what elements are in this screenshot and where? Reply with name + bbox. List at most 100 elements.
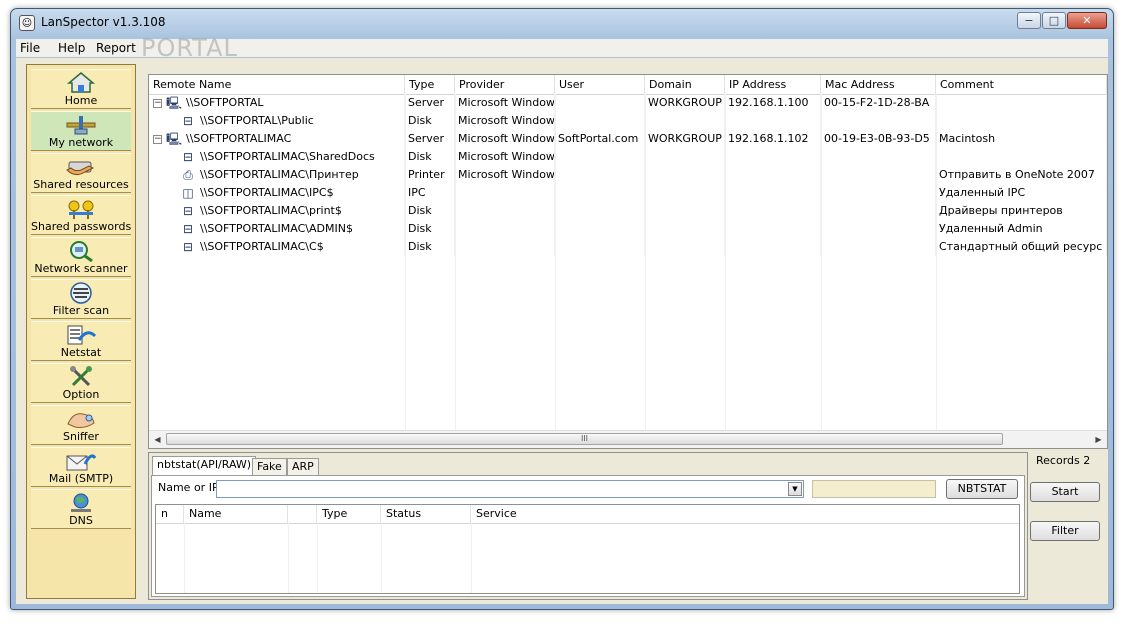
tab-arp[interactable]: ARP (287, 458, 319, 475)
sidebar-item-label: Shared passwords (31, 220, 132, 233)
table-row[interactable]: ⊟ \\SOFTPORTALIMAC\print$ Disk Драйверы при… (149, 202, 1107, 220)
cell-provider: Microsoft Window... (455, 166, 555, 184)
client-area: Home My network Shared resources Shared … (16, 58, 1108, 604)
mail-icon (66, 454, 97, 471)
cell-user (555, 220, 645, 238)
cell-domain: WORKGROUP (645, 130, 725, 148)
records-count: Records 2 (1036, 454, 1091, 467)
sidebar-item-label: Mail (SMTP) (48, 472, 114, 485)
column-header-user[interactable]: User (555, 75, 645, 94)
column-header-ip-address[interactable]: IP Address (725, 75, 821, 94)
scroll-thumb[interactable]: III (166, 433, 1003, 445)
column-header-n[interactable]: n (156, 505, 184, 523)
filter-scan-icon (70, 282, 92, 304)
tab-nbtstat[interactable]: nbtstat(API/RAW) (152, 456, 257, 476)
cell-domain (645, 238, 725, 256)
table-row[interactable]: − 🖳 \\SOFTPORTAL Server Microsoft Window... W… (149, 94, 1107, 112)
home-icon (66, 72, 96, 93)
resources-list[interactable]: Remote Name Type Provider User Domain IP… (148, 74, 1108, 449)
cell-type: Disk (405, 238, 455, 256)
cell-ip-address: 192.168.1.100 (725, 94, 821, 112)
sidebar-item-shared-resources[interactable]: Shared resources (31, 153, 131, 193)
table-row[interactable]: ◫ \\SOFTPORTALIMAC\IPC$ IPC Удаленный IPC (149, 184, 1107, 202)
filter-button[interactable]: Filter (1030, 521, 1100, 541)
dns-icon (71, 493, 91, 512)
column-header-status[interactable]: Status (381, 505, 471, 523)
remote-name-text: \\SOFTPORTALIMAC\Принтер (200, 168, 359, 181)
cell-mac-address: 00-19-E3-0B-93-D5 (821, 130, 936, 148)
column-header-comment[interactable]: Comment (936, 75, 1107, 94)
table-row[interactable]: ⊟ \\SOFTPORTALIMAC\SharedDocs Disk Microsof… (149, 148, 1107, 166)
disk-share-icon: ⊟ (182, 240, 194, 254)
table-row[interactable]: ⊟ \\SOFTPORTALIMAC\C$ Disk Стандартный общи… (149, 238, 1107, 256)
column-header-service[interactable]: Service (471, 505, 1024, 523)
cell-type: Server (405, 130, 455, 148)
sidebar-item-label: Home (64, 94, 98, 107)
cell-provider: Microsoft Window... (455, 112, 555, 130)
cell-mac-address (821, 238, 936, 256)
sidebar-item-filter-scan[interactable]: Filter scan (31, 279, 131, 319)
sidebar-item-mail-smtp[interactable]: Mail (SMTP) (31, 447, 131, 487)
cell-domain (645, 112, 725, 130)
sidebar-item-sniffer[interactable]: Sniffer (31, 405, 131, 445)
cell-comment (936, 94, 1107, 112)
sidebar-item-shared-passwords[interactable]: Shared passwords (31, 195, 131, 235)
cell-ip-address (725, 148, 821, 166)
sidebar-item-home[interactable]: Home (31, 69, 131, 109)
sidebar-item-label: Shared resources (33, 178, 129, 191)
column-header-mac-address[interactable]: Mac Address (821, 75, 936, 94)
table-row[interactable]: ⊟ \\SOFTPORTALIMAC\ADMIN$ Disk Удаленный Ad… (149, 220, 1107, 238)
column-divider (184, 523, 185, 593)
sidebar-item-netstat[interactable]: Netstat (31, 321, 131, 361)
cell-domain (645, 220, 725, 238)
cell-ip-address (725, 220, 821, 238)
sidebar-item-label: Network scanner (34, 262, 128, 275)
title-bar[interactable]: ☺ LanSpector v1.3.108 − □ ✕ (11, 9, 1113, 37)
sidebar-item-network-scanner[interactable]: Network scanner (31, 237, 131, 277)
column-header-type[interactable]: Type (317, 505, 381, 523)
column-header-blank[interactable] (288, 505, 317, 523)
name-or-ip-combo[interactable]: ▼ (216, 480, 804, 498)
menu-file[interactable]: File (20, 41, 40, 55)
column-header-remote-name[interactable]: Remote Name (149, 75, 405, 94)
remote-name-text: \\SOFTPORTAL\Public (200, 114, 314, 127)
column-header-type[interactable]: Type (405, 75, 455, 94)
close-button[interactable]: ✕ (1067, 12, 1107, 29)
cell-remote-name: − 🖳 \\SOFTPORTAL (149, 94, 405, 112)
cell-provider (455, 184, 555, 202)
start-button[interactable]: Start (1030, 482, 1100, 502)
tab-fake[interactable]: Fake (252, 458, 287, 475)
cell-type: Disk (405, 112, 455, 130)
cell-type: Server (405, 94, 455, 112)
nbtstat-tab-page: Name or IP ▼ NBTSTAT n Name Type Status … (151, 475, 1025, 597)
sidebar-item-dns[interactable]: DNS (31, 489, 131, 529)
table-row[interactable]: ⎙ \\SOFTPORTALIMAC\Принтер Printer Microsof… (149, 166, 1107, 184)
column-header-provider[interactable]: Provider (455, 75, 555, 94)
scroll-left-button[interactable]: ◀ (149, 431, 166, 448)
scroll-right-button[interactable]: ▶ (1090, 431, 1107, 448)
sidebar-item-my-network[interactable]: My network (31, 111, 131, 151)
column-header-domain[interactable]: Domain (645, 75, 725, 94)
sidebar-item-option[interactable]: Option (31, 363, 131, 403)
table-row[interactable]: − 🖳 \\SOFTPORTALIMAC Server Microsoft Window… (149, 130, 1107, 148)
computer-user-icon: 🖳 (165, 132, 182, 146)
cell-provider: Microsoft Window... (455, 148, 555, 166)
cell-comment: Драйверы принтеров (936, 202, 1107, 220)
network-icon (66, 116, 96, 135)
cell-comment: Удаленный Admin (936, 220, 1107, 238)
table-row[interactable]: ⊟ \\SOFTPORTAL\Public Disk Microsoft Window… (149, 112, 1107, 130)
tree-collapse-icon[interactable]: − (153, 134, 162, 144)
cell-mac-address (821, 220, 936, 238)
menu-report[interactable]: Report (96, 41, 136, 55)
minimize-button[interactable]: − (1017, 12, 1041, 29)
menu-help[interactable]: Help (58, 41, 85, 55)
shared-resources-icon (66, 161, 95, 176)
horizontal-scrollbar[interactable]: ◀ III ▶ (149, 430, 1107, 448)
nbtstat-button[interactable]: NBTSTAT (946, 479, 1018, 499)
combo-dropdown-arrow-icon[interactable]: ▼ (788, 482, 802, 496)
remote-name-text: \\SOFTPORTALIMAC\IPC$ (200, 186, 334, 199)
nbtstat-results-list[interactable]: n Name Type Status Service (155, 504, 1020, 594)
maximize-button[interactable]: □ (1042, 12, 1066, 29)
column-header-name[interactable]: Name (184, 505, 288, 523)
tree-collapse-icon[interactable]: − (153, 98, 162, 108)
